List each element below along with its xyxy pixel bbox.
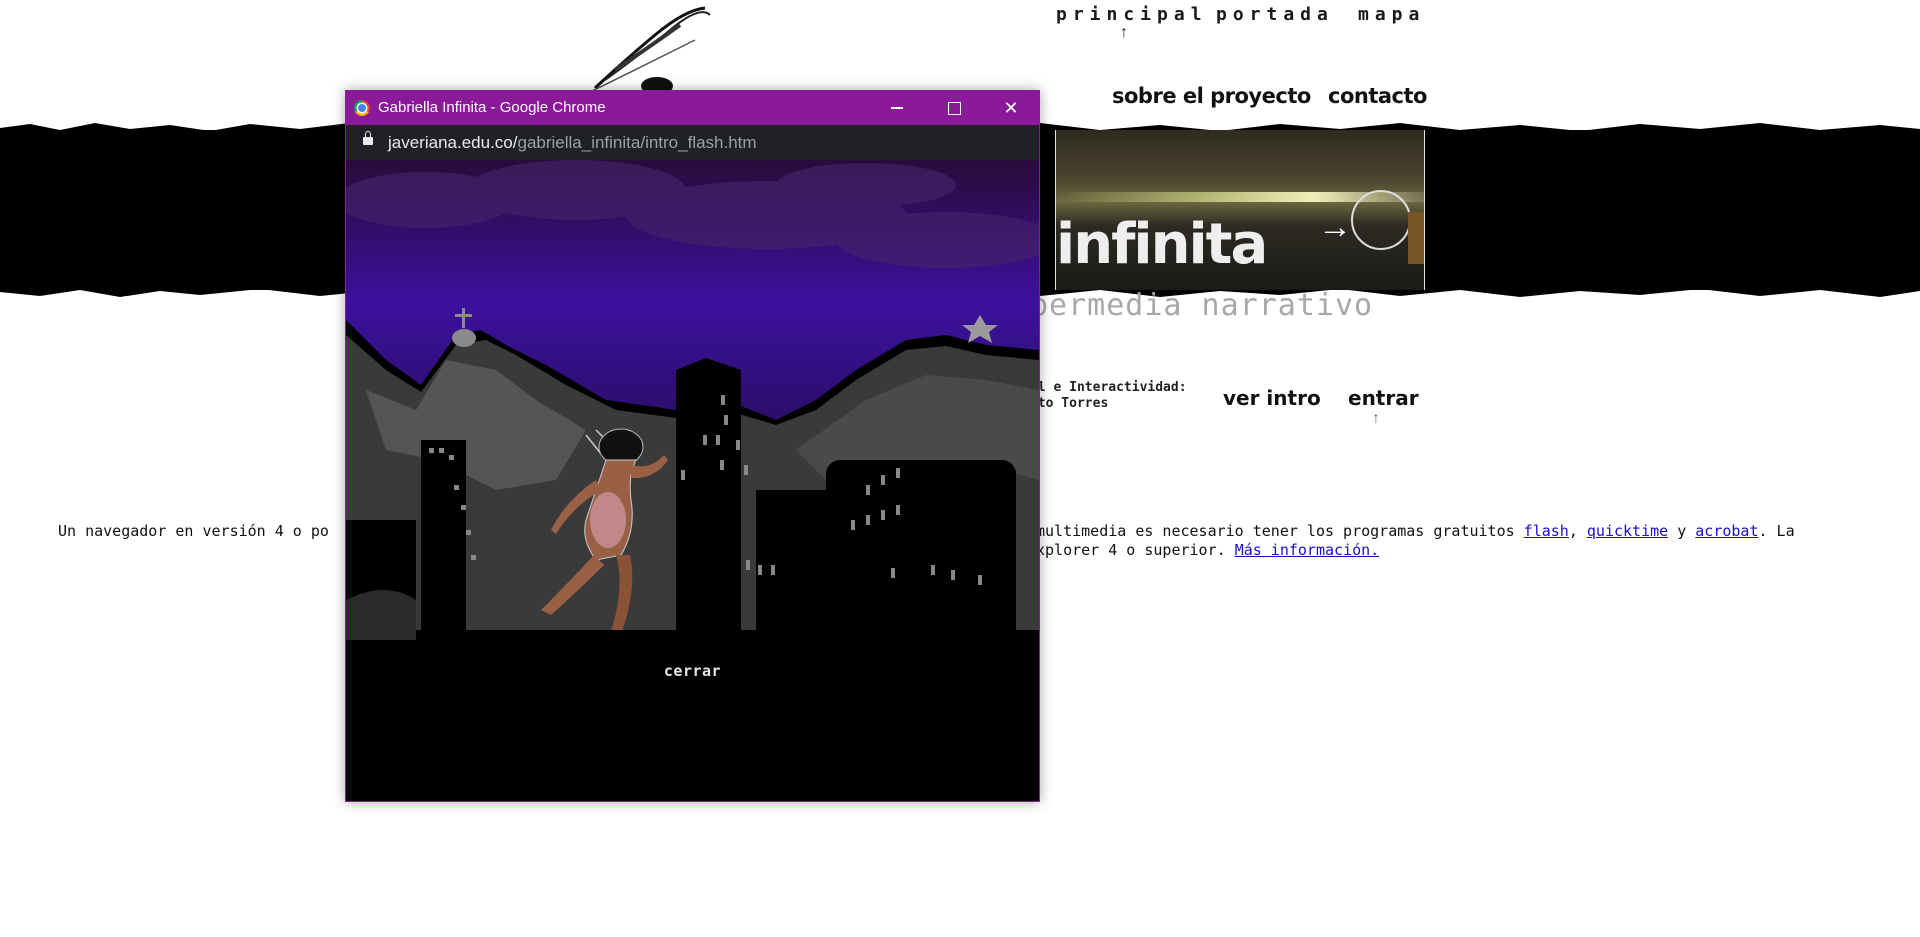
nav-sobre-el-proyecto-link[interactable]: sobre el proyecto bbox=[1112, 84, 1311, 108]
url-host: javeriana.edu.co/ bbox=[388, 133, 518, 152]
entrar-link[interactable]: entrar bbox=[1348, 386, 1419, 410]
notice-line-1: multimedia es necesario tener los progra… bbox=[1036, 522, 1795, 541]
intro-scene-artwork bbox=[346, 160, 1039, 800]
maximize-button[interactable] bbox=[926, 91, 982, 125]
arrow-right-icon: → bbox=[1318, 208, 1352, 246]
logo-banner: infinita → bbox=[1055, 130, 1425, 290]
logo-tag-artwork bbox=[1408, 212, 1424, 264]
top-navigation: principal portada mapa ↑ bbox=[1056, 4, 1426, 41]
target-circle-icon bbox=[1351, 190, 1411, 250]
chrome-icon bbox=[354, 100, 370, 116]
site-subtitle: permedia narrativo bbox=[1030, 288, 1374, 323]
credits-line-1: al e Interactividad: bbox=[1030, 380, 1187, 395]
maximize-icon bbox=[947, 101, 961, 115]
ver-intro-link[interactable]: ver intro bbox=[1223, 386, 1321, 410]
secondary-navigation: sobre el proyecto contacto bbox=[1112, 84, 1432, 114]
credits: al e Interactividad: rto Torres bbox=[1030, 380, 1187, 412]
cerrar-link[interactable]: cerrar bbox=[346, 662, 1039, 680]
nav-principal-link[interactable]: principal bbox=[1056, 4, 1208, 25]
notice-separator: y bbox=[1668, 522, 1696, 540]
address-bar[interactable]: javeriana.edu.co/gabriella_infinita/intr… bbox=[346, 125, 1039, 160]
nav-mapa-link[interactable]: mapa bbox=[1358, 4, 1425, 25]
ground bbox=[346, 630, 1039, 800]
window-titlebar[interactable]: Gabriella Infinita - Google Chrome ✕ bbox=[346, 91, 1039, 125]
scribble-artwork bbox=[585, 0, 715, 95]
close-window-button[interactable]: ✕ bbox=[983, 91, 1039, 125]
notice-text-end: . La bbox=[1758, 522, 1795, 540]
close-icon: ✕ bbox=[1003, 97, 1019, 118]
arrow-up-icon: ↑ bbox=[1120, 24, 1128, 41]
notice-text: multimedia es necesario tener los progra… bbox=[1036, 522, 1524, 540]
mas-informacion-link[interactable]: Más información. bbox=[1235, 541, 1380, 559]
logo-word: infinita bbox=[1056, 212, 1268, 277]
flash-link[interactable]: flash bbox=[1524, 522, 1569, 540]
popup-window: Gabriella Infinita - Google Chrome ✕ jav… bbox=[345, 90, 1040, 802]
notice-text: xplorer 4 o superior. bbox=[1036, 541, 1235, 559]
notice-line-1-start: Un navegador en versión 4 o po bbox=[58, 522, 329, 540]
minimize-icon bbox=[891, 107, 903, 109]
lock-icon bbox=[363, 131, 373, 145]
minimize-button[interactable] bbox=[869, 91, 925, 125]
flash-intro-animation[interactable]: cerrar bbox=[346, 160, 1039, 800]
notice-separator: , bbox=[1568, 522, 1587, 540]
credits-line-2: rto Torres bbox=[1030, 396, 1109, 411]
foreground-tree bbox=[346, 590, 416, 640]
url-text[interactable]: javeriana.edu.co/gabriella_infinita/intr… bbox=[388, 133, 757, 153]
nav-portada-link[interactable]: portada bbox=[1216, 4, 1334, 25]
arrow-up-icon: ↑ bbox=[1372, 410, 1380, 427]
url-path: gabriella_infinita/intro_flash.htm bbox=[517, 133, 757, 152]
nav-contacto-link[interactable]: contacto bbox=[1328, 84, 1427, 108]
quicktime-link[interactable]: quicktime bbox=[1587, 522, 1668, 540]
acrobat-link[interactable]: acrobat bbox=[1695, 522, 1758, 540]
window-title: Gabriella Infinita - Google Chrome bbox=[378, 99, 606, 116]
intro-navigation: ver intro entrar ↑ bbox=[1220, 386, 1450, 427]
notice-line-2: xplorer 4 o superior. Más información. bbox=[1036, 541, 1379, 560]
